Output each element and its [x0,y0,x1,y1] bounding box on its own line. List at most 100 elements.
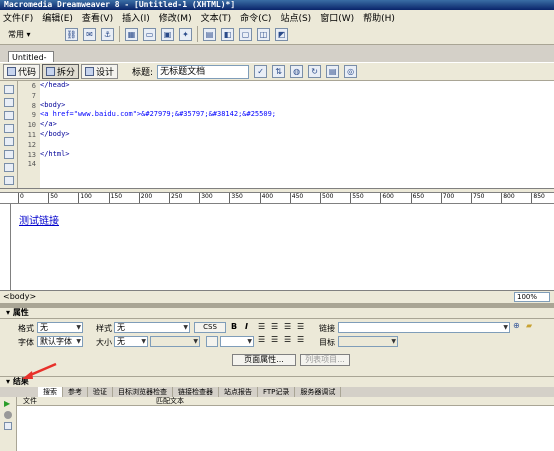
line-numbers-icon[interactable] [3,163,14,172]
collapse-selection-icon[interactable] [3,111,14,120]
point-to-file-icon[interactable]: ⊕ [513,321,520,330]
view-options-icon[interactable]: ▤ [326,65,340,78]
css-button[interactable]: CSS [194,322,226,333]
menu-window[interactable]: 窗口(W) [320,11,354,24]
date-icon[interactable]: ▤ [203,27,216,41]
tag-selector[interactable]: <body> [3,292,36,301]
menu-text[interactable]: 文本(T) [201,11,232,24]
ruler-mark: 100 [78,193,92,203]
text-color-picker[interactable] [206,336,218,347]
server-side-include-icon[interactable]: ◧ [221,27,234,41]
italic-button[interactable]: I [245,322,248,331]
menu-insert[interactable]: 插入(I) [122,11,150,24]
tab-browser-check[interactable]: 目标浏览器检查 [113,387,173,397]
layer-icon[interactable]: ▭ [143,27,156,41]
toolbar-separator [119,26,120,42]
table-icon[interactable]: ▦ [125,27,138,41]
select-parent-tag-icon[interactable] [3,137,14,146]
test-link[interactable]: 测试链接 [19,212,59,227]
code-line: <a href="www.baidu.com">&#27979;&#35797;… [40,110,277,119]
split-view-button[interactable]: 拆分 [42,64,80,79]
balance-braces-icon[interactable] [3,150,14,159]
highlight-invalid-icon[interactable] [3,176,14,185]
tab-reference[interactable]: 参考 [63,387,88,397]
results-panel-header[interactable]: ▾ 结果 [0,376,554,387]
title-input[interactable]: 无标题文档 [157,64,250,79]
insert-category-select[interactable]: 常用 ▾ [8,29,60,40]
ruler-mark: 700 [440,193,454,203]
stop-icon[interactable] [4,411,12,419]
link-label: 链接 [319,324,335,333]
target-select[interactable] [338,336,398,347]
browse-folder-icon[interactable]: ▰ [526,321,532,330]
size-unit-select[interactable] [150,336,200,347]
validate-icon[interactable]: ✓ [254,65,268,78]
named-anchor-icon[interactable]: ⚓ [101,27,114,41]
tab-link-checker[interactable]: 链接检查器 [173,387,219,397]
horizontal-ruler: 0 50 100 150 200 250 300 350 400 450 500 550 600 650 7… [0,193,554,204]
visual-aids-icon[interactable]: ◎ [344,65,358,78]
tab-site-reports[interactable]: 站点报告 [219,387,258,397]
window-title-bar: Macromedia Dreamweaver 8 - [Untitled-1 (… [0,0,554,10]
code-view-icon [7,67,16,76]
image-icon[interactable]: ▣ [161,27,174,41]
properties-panel-header[interactable]: ▾ 属性 [0,308,554,319]
file-management-icon[interactable]: ⇅ [272,65,286,78]
code-view-label: 代码 [18,68,37,78]
outdent-icon[interactable]: ☰ [284,335,291,344]
unordered-list-icon[interactable]: ☰ [258,335,265,344]
play-icon[interactable]: ▶ [4,400,12,408]
zoom-select[interactable]: 100% [514,292,550,302]
design-canvas[interactable]: 测试链接 [11,204,554,290]
size-select[interactable]: 无 [114,336,148,347]
comment-icon[interactable]: ▢ [239,27,252,41]
hyperlink-icon[interactable]: ⛓ [65,27,78,41]
preview-browser-icon[interactable]: ◍ [290,65,304,78]
menu-site[interactable]: 站点(S) [280,11,311,24]
email-link-icon[interactable]: ✉ [83,27,96,41]
indent-icon[interactable]: ☰ [297,335,304,344]
text-color-input[interactable] [220,336,254,347]
font-select[interactable]: 默认字体 [37,336,83,347]
tab-server-debug[interactable]: 服务器调试 [295,387,342,397]
font-value: 默认字体 [40,337,72,346]
tab-ftp-log[interactable]: FTP记录 [258,387,296,397]
expand-all-icon[interactable] [3,124,14,133]
align-left-icon[interactable]: ☰ [258,322,265,331]
window-title: Macromedia Dreamweaver 8 - [Untitled-1 (… [4,0,236,9]
template-icon[interactable]: ◫ [257,27,270,41]
menu-modify[interactable]: 修改(M) [159,11,192,24]
more-info-icon[interactable] [4,422,12,430]
ordered-list-icon[interactable]: ☰ [271,335,278,344]
tab-search[interactable]: 搜索 [38,387,63,397]
page-properties-button[interactable]: 页面属性... [232,354,296,366]
align-center-icon[interactable]: ☰ [271,322,278,331]
media-icon[interactable]: ✦ [179,27,192,41]
ruler-mark: 850 [531,193,545,203]
code-line: </head> [40,81,70,89]
bold-button[interactable]: B [231,322,237,331]
style-value: 无 [117,323,125,332]
line-number: 13 [27,150,36,159]
menu-help[interactable]: 帮助(H) [363,11,395,24]
format-select[interactable]: 无 [37,322,83,333]
tab-validation[interactable]: 验证 [88,387,113,397]
format-value: 无 [40,323,48,332]
open-documents-icon[interactable] [3,85,14,94]
link-input[interactable] [338,322,510,333]
line-number: 12 [27,140,36,149]
code-view-button[interactable]: 代码 [3,64,41,79]
style-select[interactable]: 无 [114,322,190,333]
design-view-button[interactable]: 设计 [81,64,119,79]
tag-chooser-icon[interactable]: ◩ [275,27,288,41]
refresh-icon[interactable]: ↻ [308,65,322,78]
collapse-tag-icon[interactable] [3,98,14,107]
results-list[interactable] [17,406,554,451]
menu-view[interactable]: 查看(V) [82,11,113,24]
align-right-icon[interactable]: ☰ [284,322,291,331]
menu-commands[interactable]: 命令(C) [240,11,271,24]
menu-file[interactable]: 文件(F) [3,11,33,24]
justify-icon[interactable]: ☰ [297,322,304,331]
menu-edit[interactable]: 编辑(E) [42,11,73,24]
code-editor[interactable]: </head> <body> <a href="www.baidu.com">&… [40,81,554,188]
